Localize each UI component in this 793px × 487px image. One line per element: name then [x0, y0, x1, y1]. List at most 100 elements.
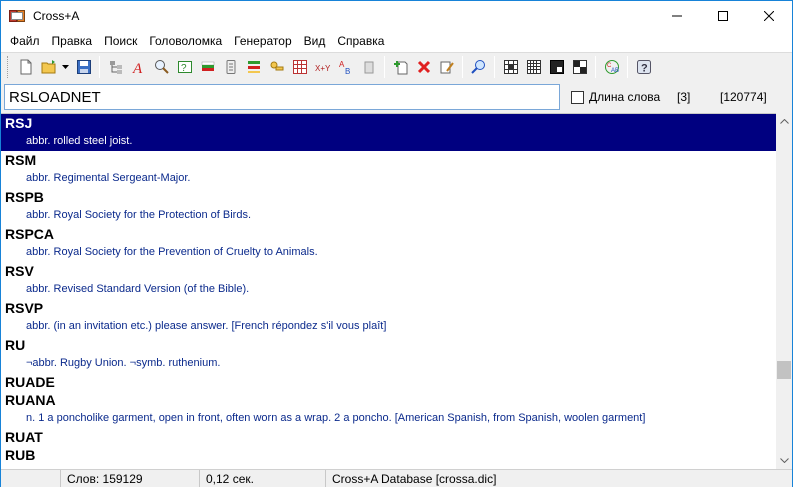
entry-word: RSPB — [5, 189, 44, 205]
menu-help[interactable]: Справка — [331, 31, 390, 52]
grid-button[interactable] — [288, 56, 311, 79]
crossword-numbered-button[interactable] — [522, 56, 545, 79]
keys-icon — [270, 61, 283, 71]
entry-word: RUAT — [5, 429, 43, 445]
menu-generator[interactable]: Генератор — [228, 31, 297, 52]
question-button[interactable]: ? — [173, 56, 196, 79]
scroll-thumb[interactable] — [777, 361, 791, 379]
chevron-down-icon — [779, 458, 789, 463]
maximize-icon — [718, 11, 728, 21]
search-row: Длина слова [3] [120774] — [1, 81, 792, 113]
clipboard-button[interactable] — [357, 56, 380, 79]
toolbar: A ? X+Y AB C AB ? — [1, 52, 792, 81]
list-item[interactable]: RUB — [1, 446, 776, 464]
app-window: Cross+A Файл Правка Поиск Головоломка Ге… — [0, 0, 793, 487]
toolbar-grip[interactable] — [7, 56, 10, 78]
help-icon: ? — [636, 60, 651, 75]
toolbar-separator — [627, 56, 628, 78]
delete-button[interactable] — [412, 56, 435, 79]
edit-icon — [440, 61, 454, 74]
entry-definition: abbr. rolled steel joist. — [26, 135, 133, 147]
search-dictionary-icon — [470, 60, 485, 74]
spell-a-icon: A — [132, 61, 143, 75]
save-button[interactable] — [72, 56, 95, 79]
vertical-scrollbar[interactable] — [776, 113, 792, 469]
maximize-button[interactable] — [700, 1, 746, 31]
menu-bar: Файл Правка Поиск Головоломка Генератор … — [1, 31, 792, 52]
anagram-icon — [247, 61, 260, 73]
search-input[interactable] — [4, 84, 560, 110]
entry-definition: abbr. Royal Society for the Prevention o… — [26, 246, 318, 258]
cab-convert-icon: CAB — [604, 60, 619, 74]
list-item[interactable]: RUAT — [1, 428, 776, 446]
dictionary-list[interactable]: RSJ abbr. rolled steel joist. RSM abbr. Reg… — [1, 113, 776, 469]
question-icon: ? — [177, 61, 192, 74]
entry-definition: ¬abbr. Rugby Union. ¬symb. ruthenium. — [26, 357, 221, 369]
list-item[interactable]: RSPB abbr. Royal Society for the Protecti… — [1, 188, 776, 225]
crossword-black-icon — [549, 60, 564, 74]
add-word-button[interactable] — [389, 56, 412, 79]
entry-definition: abbr. (in an invitation etc.) please ans… — [26, 320, 387, 332]
ab-button[interactable]: AB — [334, 56, 357, 79]
title-bar[interactable]: Cross+A — [1, 1, 792, 31]
new-file-icon — [20, 59, 31, 75]
list-button[interactable] — [219, 56, 242, 79]
list-item[interactable]: RSV abbr. Revised Standard Version (of th… — [1, 262, 776, 299]
menu-puzzle[interactable]: Головоломка — [143, 31, 228, 52]
tree-button[interactable] — [104, 56, 127, 79]
list-item[interactable]: RSJ abbr. rolled steel joist. — [1, 114, 776, 151]
open-dropdown-button[interactable] — [60, 56, 72, 79]
match-count: [3] — [677, 90, 691, 104]
grid-icon — [292, 60, 307, 74]
spell-button[interactable]: A — [127, 56, 150, 79]
crossword-check-icon — [572, 60, 587, 74]
menu-view[interactable]: Вид — [298, 31, 332, 52]
formula-button[interactable]: X+Y — [311, 56, 334, 79]
toolbar-separator — [595, 56, 596, 78]
help-button[interactable]: ? — [632, 56, 655, 79]
keys-button[interactable] — [265, 56, 288, 79]
convert-button[interactable]: C AB — [600, 56, 623, 79]
minimize-icon — [672, 15, 682, 17]
search-dictionary-button[interactable] — [467, 56, 490, 79]
word-length-checkbox[interactable] — [571, 91, 584, 104]
entry-definition: abbr. Revised Standard Version (of the B… — [26, 283, 250, 295]
entry-word: RSVP — [5, 300, 44, 316]
entry-word: RSPCA — [5, 226, 55, 242]
entry-definition: n. 1 a poncholike garment, open in front… — [26, 412, 646, 424]
flag-icon — [201, 61, 214, 71]
status-word-count: Слов: 159129 — [60, 470, 199, 487]
list-item[interactable]: RSPCA abbr. Royal Society for the Prevent… — [1, 225, 776, 262]
chevron-up-icon — [779, 119, 789, 124]
flag-button[interactable] — [196, 56, 219, 79]
minimize-button[interactable] — [654, 1, 700, 31]
anagram-button[interactable] — [242, 56, 265, 79]
crossword-black-button[interactable] — [545, 56, 568, 79]
crossword-numbered-icon — [526, 60, 541, 74]
crossword-check-button[interactable] — [568, 56, 591, 79]
new-button[interactable] — [14, 56, 37, 79]
edit-button[interactable] — [435, 56, 458, 79]
dropdown-arrow-icon — [62, 65, 69, 69]
list-item[interactable]: RUADE — [1, 373, 776, 391]
toolbar-separator — [462, 56, 463, 78]
list-item[interactable]: RSVP abbr. (in an invitation etc.) please… — [1, 299, 776, 336]
entry-word: RUADE — [5, 374, 55, 390]
scroll-down-button[interactable] — [776, 452, 792, 469]
menu-edit[interactable]: Правка — [46, 31, 99, 52]
list-item[interactable]: RSM abbr. Regimental Sergeant-Major. — [1, 151, 776, 188]
list-item[interactable]: RUANA n. 1 a poncholike garment, open in … — [1, 391, 776, 428]
list-item[interactable]: RU ¬abbr. Rugby Union. ¬symb. ruthenium. — [1, 336, 776, 373]
word-length-label[interactable]: Длина слова — [589, 90, 660, 104]
close-button[interactable] — [746, 1, 792, 31]
ab-icon: AB — [339, 60, 350, 75]
menu-file[interactable]: Файл — [4, 31, 46, 52]
menu-search[interactable]: Поиск — [98, 31, 143, 52]
svg-text:X+Y: X+Y — [315, 64, 331, 73]
open-folder-icon — [41, 60, 55, 74]
entry-definition: abbr. Royal Society for the Protection o… — [26, 209, 252, 221]
crossword-grid-button[interactable] — [499, 56, 522, 79]
open-button[interactable] — [37, 56, 60, 79]
scroll-up-button[interactable] — [776, 113, 792, 130]
find-word-button[interactable] — [150, 56, 173, 79]
